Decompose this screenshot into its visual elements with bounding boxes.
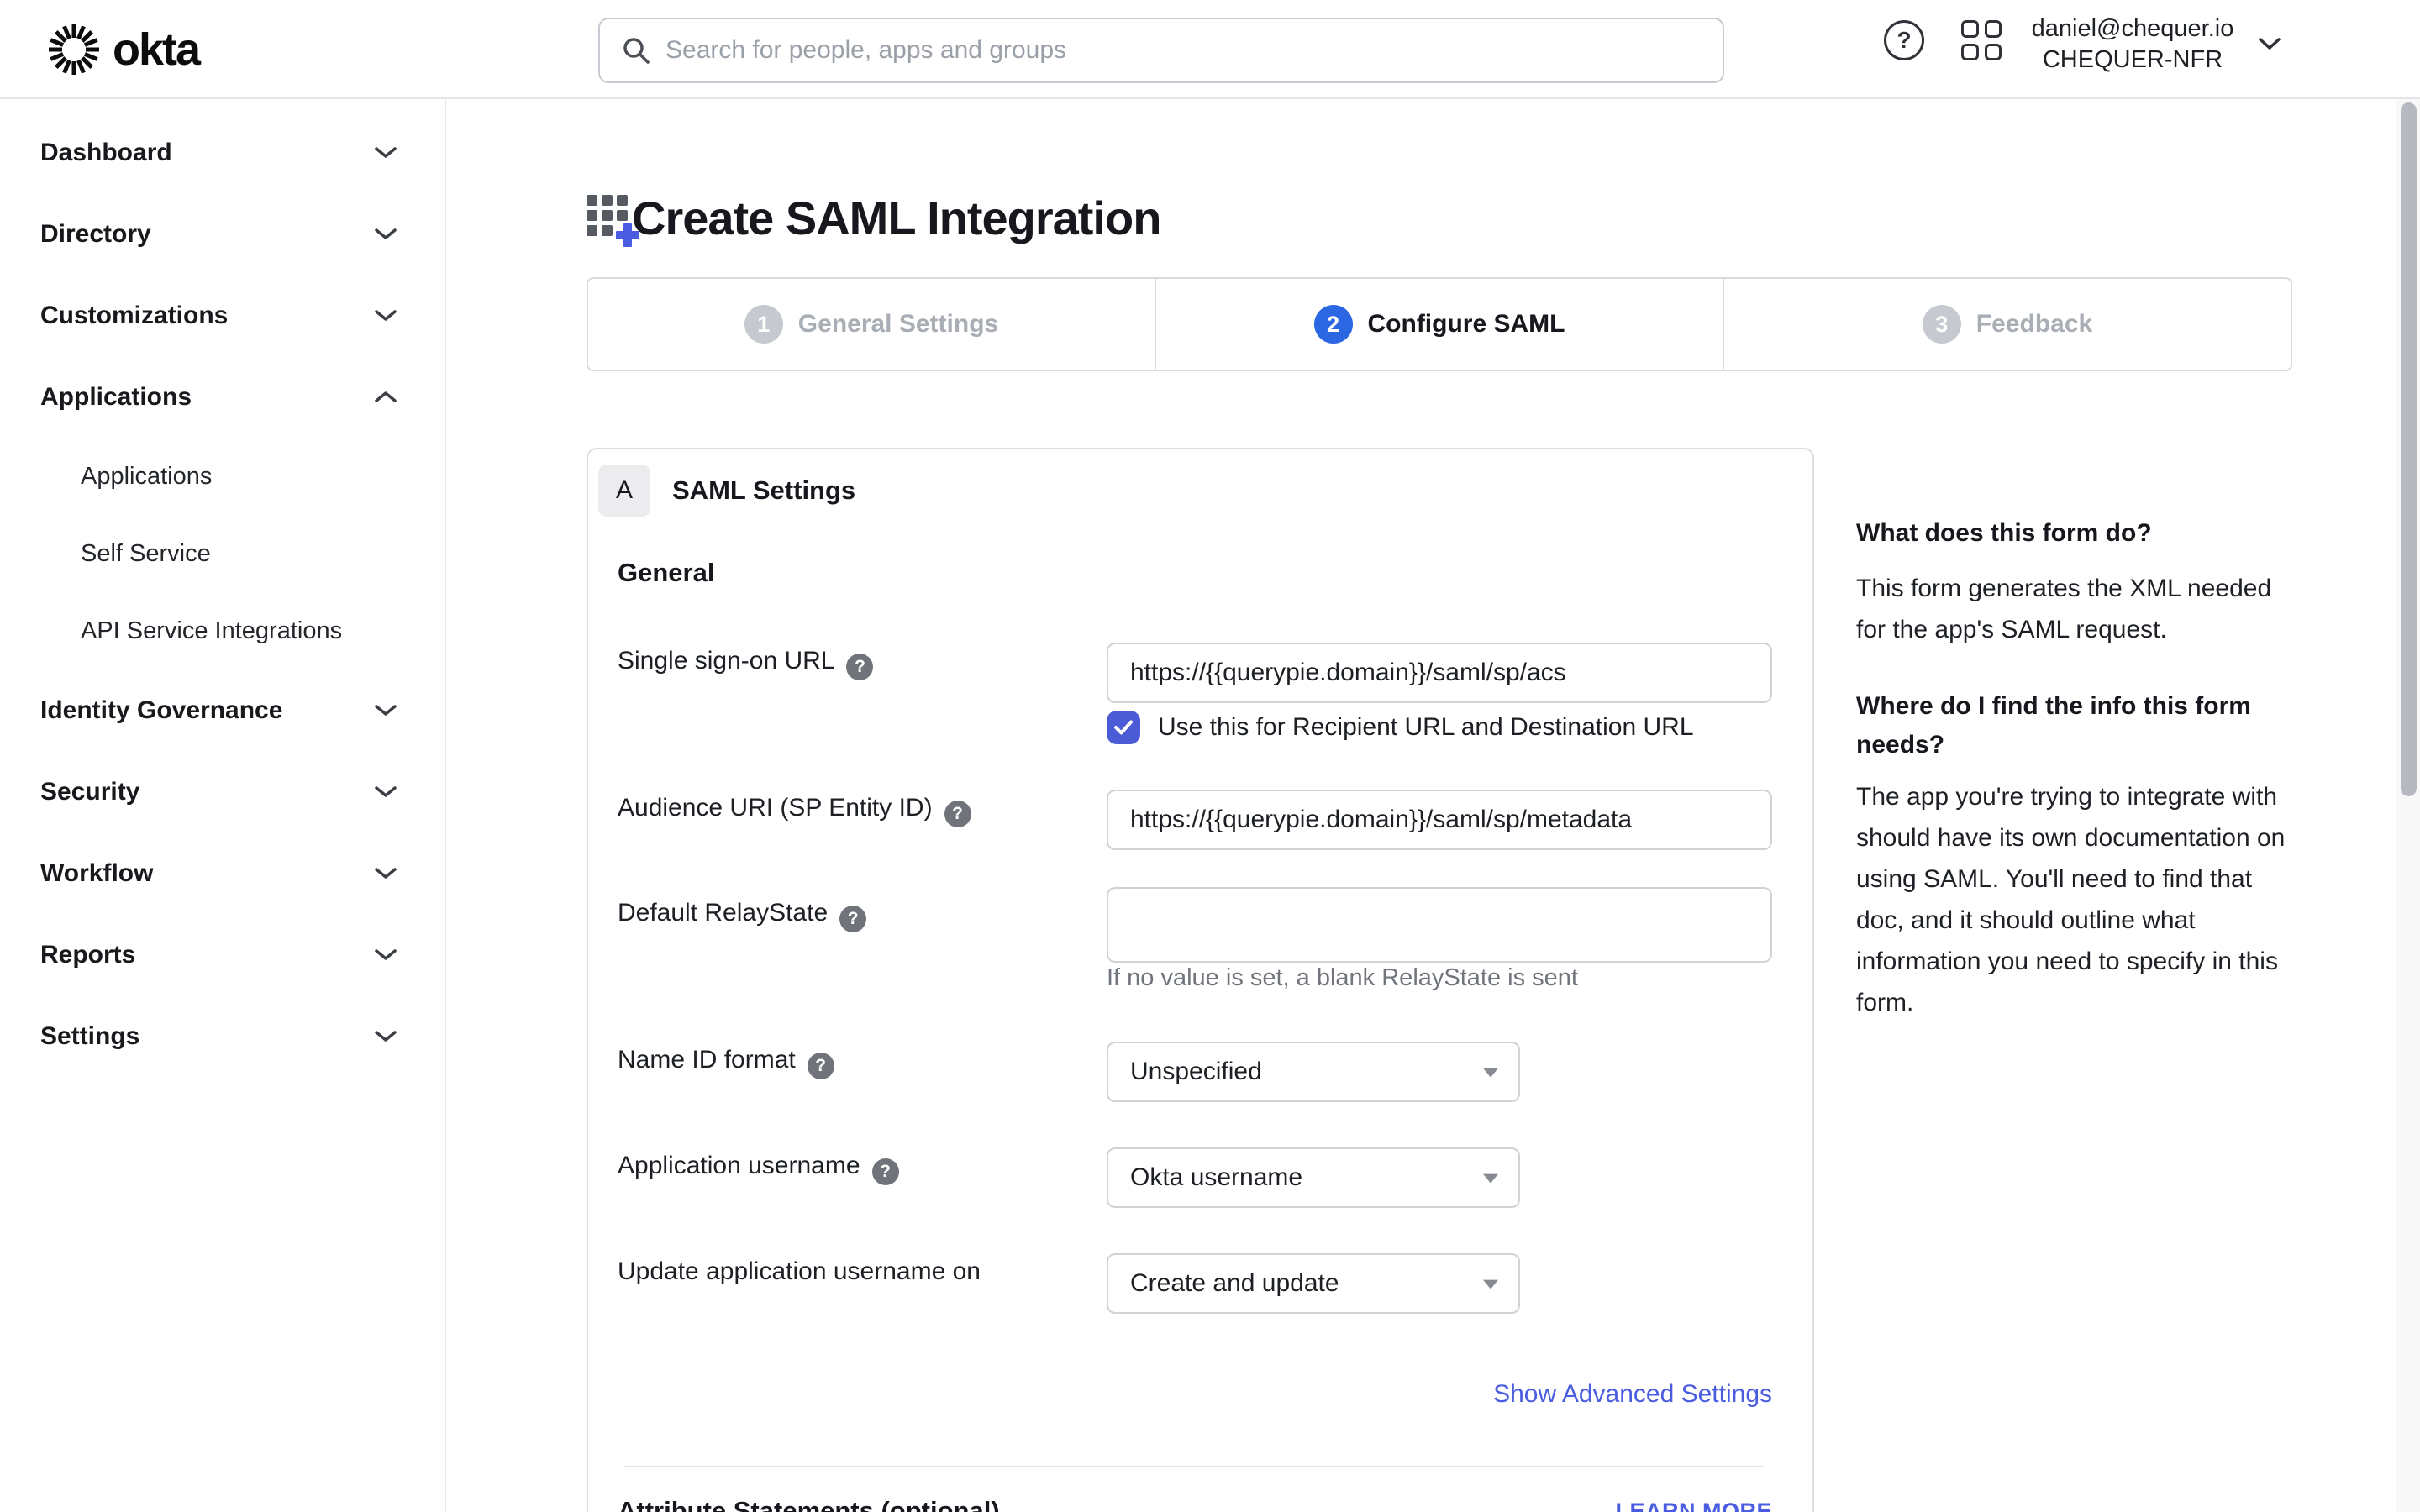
checkmark-icon bbox=[1113, 719, 1134, 736]
help-icon[interactable]: ? bbox=[808, 1053, 834, 1079]
sidebar-item-dashboard[interactable]: Dashboard bbox=[0, 112, 445, 193]
recipient-url-checkbox-label: Use this for Recipient URL and Destinati… bbox=[1158, 713, 1694, 742]
help-icon[interactable]: ? bbox=[872, 1158, 899, 1185]
audience-uri-input[interactable] bbox=[1107, 790, 1772, 850]
global-search[interactable] bbox=[598, 18, 1724, 83]
sidebar-item-customizations[interactable]: Customizations bbox=[0, 275, 445, 356]
recipient-url-checkbox[interactable] bbox=[1107, 711, 1140, 744]
help-answer-2: The app you're trying to integrate with … bbox=[1856, 776, 2303, 1023]
sso-url-label: Single sign-on URL? bbox=[618, 646, 873, 677]
caret-down-icon bbox=[1483, 1174, 1498, 1184]
update-username-label: Update application username on bbox=[618, 1257, 981, 1287]
account-email: daniel@chequer.io bbox=[2020, 13, 2245, 45]
sidebar-item-applications[interactable]: Applications bbox=[0, 356, 445, 438]
sidebar-item-directory[interactable]: Directory bbox=[0, 193, 445, 275]
application-username-label: Application username? bbox=[618, 1151, 899, 1182]
wizard-steps: 1 General Settings 2 Configure SAML 3 Fe… bbox=[587, 277, 2292, 371]
chevron-down-icon bbox=[374, 866, 397, 880]
section-letter-badge: A bbox=[598, 465, 650, 517]
sidebar-subitem-applications[interactable]: Applications bbox=[0, 438, 445, 515]
sidebar-item-identity-governance[interactable]: Identity Governance bbox=[0, 669, 445, 751]
okta-logo-icon bbox=[47, 23, 101, 76]
panel-title: SAML Settings bbox=[672, 465, 855, 517]
search-input[interactable] bbox=[666, 36, 1723, 65]
application-username-select[interactable]: Okta username bbox=[1107, 1147, 1520, 1208]
sidebar-subitem-api-service-integrations[interactable]: API Service Integrations bbox=[0, 592, 445, 669]
name-id-format-select[interactable]: Unspecified bbox=[1107, 1042, 1520, 1102]
top-bar: okta ? daniel@chequer.io CHEQUER-NFR bbox=[0, 0, 2420, 99]
chevron-down-icon bbox=[374, 785, 397, 799]
search-icon bbox=[622, 36, 650, 65]
step-number-badge: 3 bbox=[1923, 305, 1961, 344]
caret-down-icon bbox=[1483, 1068, 1498, 1078]
apps-grid-icon[interactable] bbox=[1961, 20, 2002, 60]
chevron-down-icon bbox=[374, 1029, 397, 1043]
show-advanced-settings-link[interactable]: Show Advanced Settings bbox=[1107, 1380, 1772, 1409]
step-configure-saml[interactable]: 2 Configure SAML bbox=[1155, 279, 1723, 370]
chevron-down-icon bbox=[374, 308, 397, 323]
sidebar-item-security[interactable]: Security bbox=[0, 751, 445, 832]
chevron-down-icon bbox=[374, 703, 397, 717]
help-question-1: What does this form do? bbox=[1856, 514, 2293, 553]
help-icon[interactable]: ? bbox=[839, 906, 866, 932]
help-icon[interactable]: ? bbox=[944, 801, 971, 827]
learn-more-link[interactable]: LEARN MORE bbox=[1107, 1499, 1772, 1512]
help-icon[interactable]: ? bbox=[1884, 20, 1924, 60]
chevron-down-icon bbox=[374, 227, 397, 241]
step-number-badge: 2 bbox=[1314, 305, 1353, 344]
help-icon[interactable]: ? bbox=[846, 654, 873, 680]
step-feedback[interactable]: 3 Feedback bbox=[1723, 279, 2291, 370]
step-number-badge: 1 bbox=[744, 305, 783, 344]
audience-uri-label: Audience URI (SP Entity ID)? bbox=[618, 793, 971, 824]
chevron-down-icon bbox=[374, 145, 397, 160]
okta-wordmark: okta bbox=[113, 24, 199, 76]
attribute-statements-heading: Attribute Statements (optional) bbox=[618, 1494, 1000, 1512]
step-general-settings[interactable]: 1 General Settings bbox=[588, 279, 1155, 370]
name-id-format-label: Name ID format? bbox=[618, 1045, 834, 1076]
chevron-down-icon bbox=[374, 948, 397, 962]
account-menu[interactable]: daniel@chequer.io CHEQUER-NFR bbox=[2020, 13, 2245, 75]
relay-state-label: Default RelayState? bbox=[618, 898, 866, 929]
page-title: Create SAML Integration bbox=[632, 192, 1160, 245]
relay-state-input[interactable] bbox=[1107, 887, 1772, 963]
account-org: CHEQUER-NFR bbox=[2020, 45, 2245, 75]
relay-state-helper-text: If no value is set, a blank RelayState i… bbox=[1107, 964, 1578, 992]
sidebar-subitem-self-service[interactable]: Self Service bbox=[0, 515, 445, 592]
okta-admin-app: okta ? daniel@chequer.io CHEQUER-NFR Das… bbox=[0, 0, 2420, 1512]
scrollbar-track[interactable] bbox=[2396, 99, 2420, 1512]
sidebar-item-workflow[interactable]: Workflow bbox=[0, 832, 445, 914]
sidebar-nav: Dashboard Directory Customizations Appli… bbox=[0, 99, 446, 1512]
section-divider bbox=[624, 1466, 1764, 1467]
general-section-heading: General bbox=[618, 558, 714, 588]
sidebar-item-settings[interactable]: Settings bbox=[0, 995, 445, 1077]
help-answer-1: This form generates the XML needed for t… bbox=[1856, 568, 2296, 650]
help-question-2: Where do I find the info this form needs… bbox=[1856, 687, 2276, 764]
caret-down-icon bbox=[1483, 1280, 1498, 1289]
chevron-up-icon bbox=[374, 390, 397, 404]
scrollbar-thumb[interactable] bbox=[2401, 102, 2417, 796]
sidebar-item-reports[interactable]: Reports bbox=[0, 914, 445, 995]
chevron-down-icon[interactable] bbox=[2257, 35, 2282, 52]
update-username-select[interactable]: Create and update bbox=[1107, 1253, 1520, 1314]
sso-url-input[interactable] bbox=[1107, 643, 1772, 703]
